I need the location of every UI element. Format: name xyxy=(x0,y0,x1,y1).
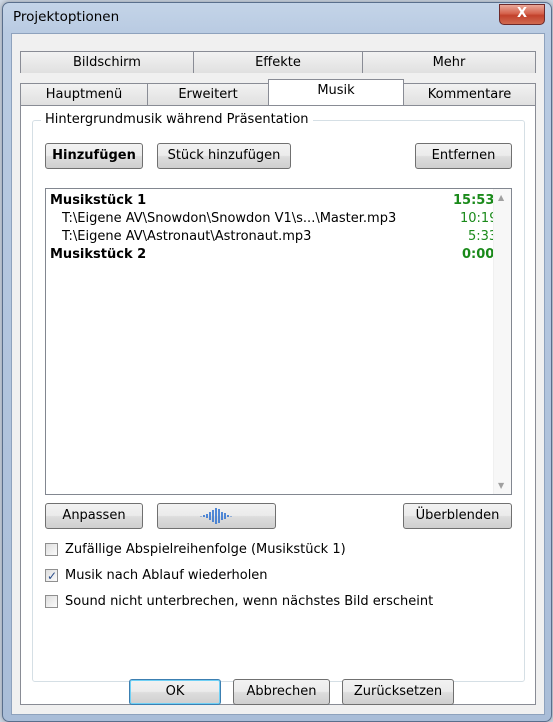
scroll-down-icon[interactable]: ▼ xyxy=(498,481,504,490)
duration-label: 15:53 xyxy=(453,193,495,208)
duration-label: 0:00 xyxy=(462,247,495,262)
list-scrollbar[interactable]: ▲ ▼ xyxy=(493,189,511,494)
remove-button[interactable]: Entfernen xyxy=(415,143,512,169)
title-bar[interactable]: Projektoptionen X xyxy=(3,3,551,33)
list-item[interactable]: T:\Eigene AV\Snowdon\Snowdon V1\s...\Mas… xyxy=(62,210,497,228)
checkbox-box[interactable] xyxy=(45,543,58,556)
crossfade-button[interactable]: Überblenden xyxy=(403,503,512,529)
list-item[interactable]: Musikstück 2 0:00 xyxy=(50,246,494,264)
checkbox-box[interactable]: ✓ xyxy=(45,569,58,583)
waveform-button[interactable] xyxy=(157,503,276,529)
window-title: Projektoptionen xyxy=(13,9,120,25)
scroll-up-icon[interactable]: ▲ xyxy=(498,193,504,202)
background-music-group: Hintergrundmusik während Präsentation Hi… xyxy=(32,112,525,682)
reset-button[interactable]: Zurücksetzen xyxy=(342,679,454,705)
music-list[interactable]: Musikstück 1 15:53 T:\Eigene AV\Snowdon\… xyxy=(45,188,512,495)
list-item[interactable]: T:\Eigene AV\Astronaut\Astronaut.mp3 5:3… xyxy=(62,228,497,246)
musik-tab-panel: Hintergrundmusik während Präsentation Hi… xyxy=(20,105,536,705)
add-button[interactable]: Hinzufügen xyxy=(45,143,143,169)
file-path-label: T:\Eigene AV\Astronaut\Astronaut.mp3 xyxy=(62,229,312,244)
checkmark-icon: ✓ xyxy=(47,569,58,583)
checkbox-label: Sound nicht unterbrechen, wenn nächstes … xyxy=(65,594,434,609)
checkbox-label: Musik nach Ablauf wiederholen xyxy=(65,568,268,583)
close-button[interactable]: X xyxy=(499,4,545,25)
tab-bildschirm[interactable]: Bildschirm xyxy=(20,51,194,73)
list-item[interactable]: Musikstück 1 15:53 xyxy=(50,192,494,210)
dialog-window: Projektoptionen X Bildschirm Effekte Meh… xyxy=(2,2,552,722)
music-piece-label: Musikstück 1 xyxy=(50,193,147,208)
music-piece-label: Musikstück 2 xyxy=(50,247,147,262)
tab-effekte[interactable]: Effekte xyxy=(193,51,363,73)
checkbox-box[interactable] xyxy=(45,595,58,608)
adjust-button[interactable]: Anpassen xyxy=(45,503,143,529)
ok-button[interactable]: OK xyxy=(129,679,221,705)
duration-label: 10:19 xyxy=(460,211,498,226)
tab-musik[interactable]: Musik xyxy=(268,79,404,105)
group-title: Hintergrundmusik während Präsentation xyxy=(41,112,313,127)
tab-kommentare[interactable]: Kommentare xyxy=(403,83,536,105)
add-piece-button[interactable]: Stück hinzufügen xyxy=(157,143,291,169)
file-path-label: T:\Eigene AV\Snowdon\Snowdon V1\s...\Mas… xyxy=(62,211,397,226)
waveform-icon xyxy=(199,508,232,524)
dialog-client-area: Bildschirm Effekte Mehr Hauptmenü Erweit… xyxy=(11,33,545,715)
tab-mehr[interactable]: Mehr xyxy=(362,51,536,73)
checkbox-label: Zufällige Abspielreihenfolge (Musikstück… xyxy=(65,542,346,557)
cancel-button[interactable]: Abbrechen xyxy=(233,679,330,705)
tab-erweitert[interactable]: Erweitert xyxy=(147,83,269,105)
tab-hauptmenu[interactable]: Hauptmenü xyxy=(20,83,148,105)
